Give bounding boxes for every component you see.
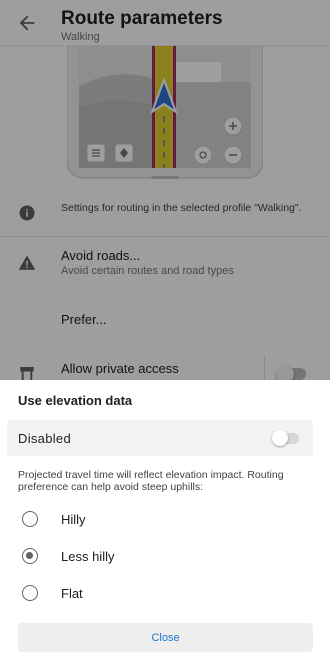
option-less-hilly[interactable]: Less hilly <box>0 539 330 575</box>
option-label: Less hilly <box>61 549 115 564</box>
close-button[interactable]: Close <box>18 623 313 652</box>
radio-button-selected[interactable] <box>22 548 38 564</box>
elevation-description: Projected travel time will reflect eleva… <box>18 469 284 493</box>
option-label: Hilly <box>61 512 86 527</box>
elevation-toggle[interactable] <box>272 430 299 446</box>
option-hilly[interactable]: Hilly <box>0 502 330 538</box>
elevation-toggle-row[interactable]: Disabled <box>7 420 313 456</box>
radio-button[interactable] <box>22 511 38 527</box>
sheet-title: Use elevation data <box>18 393 133 408</box>
elevation-toggle-label: Disabled <box>18 431 71 446</box>
option-flat[interactable]: Flat <box>0 576 330 612</box>
elevation-bottom-sheet: Use elevation data Disabled Projected tr… <box>0 380 330 664</box>
toggle-knob <box>272 430 288 446</box>
radio-dot <box>26 552 33 559</box>
option-label: Flat <box>61 586 83 601</box>
radio-button[interactable] <box>22 585 38 601</box>
